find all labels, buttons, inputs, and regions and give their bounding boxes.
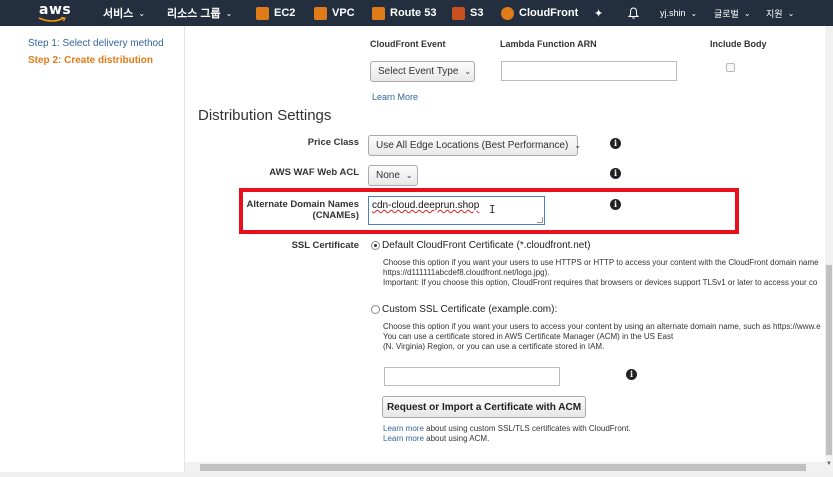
pin-icon: ✦ — [594, 7, 604, 20]
learn-more-ssl-link[interactable]: Learn more — [383, 424, 424, 433]
learn-more-link[interactable]: Learn More — [372, 92, 418, 102]
ssl-default-label[interactable]: Default CloudFront Certificate (*.cloudf… — [382, 240, 590, 251]
chevron-down-icon: ⌄ — [225, 8, 233, 18]
request-acm-certificate-button[interactable]: Request or Import a Certificate with ACM — [382, 396, 586, 418]
info-icon[interactable]: i — [610, 138, 621, 149]
info-icon[interactable]: i — [610, 199, 621, 210]
horizontal-scrollbar-thumb[interactable] — [200, 464, 806, 471]
ssl-custom-desc-1: Choose this option if you want your user… — [383, 322, 821, 331]
pin-button[interactable]: ✦ — [594, 0, 603, 26]
ssl-custom-radio[interactable] — [371, 305, 380, 314]
ssl-default-desc-2: https://d111111abcdef8.cloudfront.net/lo… — [383, 268, 550, 277]
shortcut-s3[interactable]: S3 — [452, 0, 483, 26]
learn-more-ssl-line: Learn more about using custom SSL/TLS ce… — [383, 424, 631, 435]
chevron-down-icon: ⌄ — [138, 8, 146, 18]
step-1-link[interactable]: Step 1: Select delivery method — [28, 38, 164, 49]
waf-value: None — [376, 170, 400, 181]
notifications-button[interactable] — [628, 0, 639, 26]
s3-icon — [452, 6, 465, 20]
col-header-lambda-arn: Lambda Function ARN — [500, 39, 597, 49]
shortcut-vpc[interactable]: VPC — [314, 0, 355, 26]
waf-select[interactable]: None ⌄ — [368, 165, 418, 186]
cname-textarea[interactable]: cdn-cloud.deeprun.shop — [368, 196, 545, 225]
shortcut-ec2[interactable]: EC2 — [256, 0, 295, 26]
vertical-scrollbar-thumb[interactable] — [826, 265, 832, 455]
top-navigation-bar: aws 서비스 ⌄ 리소스 그룹 ⌄ EC2 VPC Route 53 S3 C… — [0, 0, 833, 26]
chevron-down-icon: ⌄ — [464, 67, 472, 76]
region-menu[interactable]: 글로벌 ⌄ — [714, 0, 751, 26]
cloudfront-icon — [501, 6, 514, 20]
event-type-select-label: Select Event Type — [378, 66, 459, 77]
waf-label: AWS WAF Web ACL — [269, 167, 359, 178]
ssl-default-desc-3: Important: If you choose this option, Cl… — [383, 278, 818, 287]
scroll-down-arrow-icon[interactable]: ▼ — [825, 461, 833, 469]
vpc-icon — [314, 6, 327, 20]
col-header-include-body: Include Body — [710, 39, 767, 49]
region-label: 글로벌 — [714, 8, 739, 19]
wizard-sidebar: Step 1: Select delivery method Step 2: C… — [0, 26, 185, 477]
support-label: 지원 — [766, 8, 783, 19]
section-title: Distribution Settings — [198, 107, 332, 124]
aws-logo-text: aws — [39, 2, 72, 18]
info-icon[interactable]: i — [626, 369, 637, 380]
shortcut-route53[interactable]: Route 53 — [372, 0, 436, 26]
cname-value: cdn-cloud.deeprun.shop — [372, 200, 480, 211]
price-class-select[interactable]: Use All Edge Locations (Best Performance… — [368, 135, 582, 156]
learn-more-acm-text: about using ACM. — [423, 434, 490, 443]
cname-label-line-1: Alternate Domain Names — [246, 199, 359, 210]
ssl-custom-label[interactable]: Custom SSL Certificate (example.com): — [382, 304, 557, 315]
cname-label-line-2: (CNAMEs) — [312, 210, 359, 221]
shortcut-label: CloudFront — [519, 7, 579, 19]
event-type-select[interactable]: Select Event Type ⌄ — [370, 61, 475, 82]
resize-grip[interactable] — [537, 217, 543, 223]
chevron-down-icon: ⌄ — [787, 8, 795, 18]
chevron-down-icon: ⌄ — [743, 8, 751, 18]
aws-logo[interactable]: aws — [36, 2, 72, 24]
resource-groups-label: 리소스 그룹 — [167, 8, 221, 20]
price-class-label: Price Class — [307, 137, 359, 148]
support-menu[interactable]: 지원 ⌄ — [766, 0, 794, 26]
route53-icon — [372, 6, 385, 20]
ssl-custom-desc-3: (N. Virginia) Region, or you can use a c… — [383, 342, 605, 351]
ssl-default-desc-1: Choose this option if you want your user… — [383, 258, 819, 267]
learn-more-acm-line: Learn more about using ACM. — [383, 434, 489, 445]
learn-more-ssl-text: about using custom SSL/TLS certificates … — [423, 424, 631, 433]
services-menu[interactable]: 서비스 ⌄ — [103, 0, 145, 26]
user-menu[interactable]: yj.shin ⌄ — [660, 0, 697, 26]
aws-smile-icon — [38, 17, 66, 22]
include-body-checkbox[interactable] — [726, 63, 735, 72]
col-header-cloudfront-event: CloudFront Event — [370, 39, 446, 49]
cname-label: Alternate Domain Names (CNAMEs) — [245, 199, 359, 221]
chevron-down-icon: ⌄ — [690, 8, 698, 18]
lambda-arn-input[interactable] — [501, 61, 677, 81]
chevron-down-icon: ⌄ — [405, 171, 413, 180]
ec2-icon — [256, 6, 269, 20]
user-name: yj.shin — [660, 8, 686, 18]
text-cursor-icon: I — [489, 203, 496, 216]
price-class-value: Use All Edge Locations (Best Performance… — [376, 140, 569, 151]
chevron-down-icon: ⌄ — [574, 141, 582, 150]
custom-certificate-input[interactable] — [384, 367, 560, 386]
window-bottom-edge — [0, 472, 833, 477]
ssl-custom-desc-2: You can use a certificate stored in AWS … — [383, 332, 674, 341]
shortcut-label: VPC — [332, 7, 355, 19]
bell-icon — [628, 7, 639, 19]
info-icon[interactable]: i — [610, 168, 621, 179]
shortcut-label: EC2 — [274, 7, 296, 19]
shortcut-label: S3 — [470, 7, 484, 19]
services-label: 서비스 — [103, 8, 134, 20]
learn-more-acm-link[interactable]: Learn more — [383, 434, 424, 443]
main-content: CloudFront Event Lambda Function ARN Inc… — [185, 26, 825, 477]
ssl-certificate-label: SSL Certificate — [291, 240, 359, 251]
shortcut-label: Route 53 — [390, 7, 437, 19]
shortcut-cloudfront[interactable]: CloudFront — [501, 0, 578, 26]
resource-groups-menu[interactable]: 리소스 그룹 ⌄ — [167, 0, 232, 26]
ssl-default-radio[interactable] — [371, 241, 380, 250]
step-2-current: Step 2: Create distribution — [28, 55, 154, 66]
